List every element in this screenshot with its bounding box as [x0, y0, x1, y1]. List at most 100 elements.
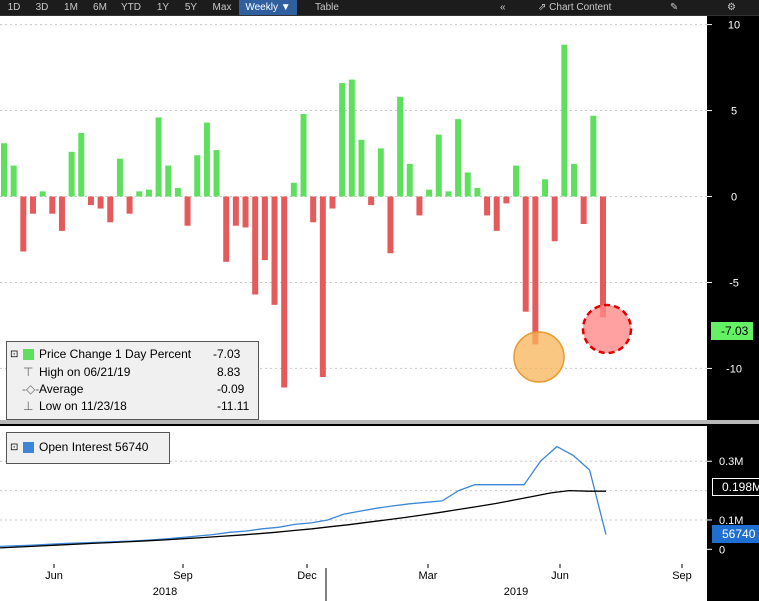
table-button[interactable]: Table — [305, 0, 349, 15]
bar[interactable] — [571, 163, 578, 197]
bar[interactable] — [107, 196, 114, 223]
legend-series-swatch — [23, 349, 34, 360]
bar[interactable] — [600, 196, 606, 318]
bar[interactable] — [97, 196, 104, 209]
bar[interactable] — [358, 139, 365, 197]
bar[interactable] — [87, 196, 94, 206]
bar[interactable] — [493, 196, 500, 231]
last-marker[interactable] — [581, 303, 633, 355]
bar[interactable] — [377, 148, 384, 197]
bar[interactable] — [223, 196, 230, 262]
bar[interactable] — [116, 158, 123, 197]
bar[interactable] — [445, 191, 452, 197]
settings-gear-icon[interactable]: ⚙ — [727, 0, 741, 15]
price-last-flag: -7.03 — [711, 322, 754, 340]
bar[interactable] — [474, 187, 481, 197]
bar[interactable] — [406, 163, 413, 197]
bar[interactable] — [165, 165, 172, 197]
bar[interactable] — [455, 119, 462, 197]
bar[interactable] — [532, 196, 539, 345]
bar[interactable] — [290, 182, 297, 197]
top-axis-bg — [707, 16, 759, 420]
bar[interactable] — [242, 196, 249, 228]
bar[interactable] — [513, 165, 520, 197]
bar[interactable] — [339, 83, 346, 197]
bar[interactable] — [464, 172, 471, 197]
bar[interactable] — [300, 113, 307, 197]
bar[interactable] — [522, 196, 529, 312]
bar[interactable] — [368, 196, 375, 206]
oi-legend-expand-icon[interactable]: ⊡ — [10, 440, 20, 455]
bar[interactable] — [329, 196, 336, 209]
bar[interactable] — [542, 179, 549, 197]
bar[interactable] — [416, 196, 423, 216]
legend-high-label: High on 06/21/19 — [39, 365, 131, 379]
bar[interactable] — [213, 150, 220, 197]
bar[interactable] — [271, 196, 278, 305]
bar[interactable] — [20, 196, 27, 252]
bar[interactable] — [194, 155, 201, 197]
bar[interactable] — [126, 196, 133, 214]
y-tick-label: 10 — [728, 20, 740, 32]
bar[interactable] — [580, 196, 587, 225]
chart-content-button[interactable]: ⇗ Chart Content — [538, 0, 648, 15]
bar[interactable] — [203, 122, 210, 197]
bar[interactable] — [78, 132, 85, 197]
bar[interactable] — [484, 196, 491, 216]
x-month-label: Sep — [672, 570, 692, 582]
bar[interactable] — [174, 187, 181, 197]
low-marker-icon: ⊥ — [23, 399, 34, 413]
chart-content-icon: ⇗ — [538, 2, 550, 13]
range-5y-button[interactable]: 5Y — [180, 0, 202, 15]
date-axis-bg — [0, 564, 707, 601]
period-dropdown[interactable]: Weekly ▼ — [239, 0, 297, 15]
bar[interactable] — [348, 79, 355, 197]
low-marker[interactable] — [513, 331, 565, 383]
range-6m-button[interactable]: 6M — [89, 0, 111, 15]
bar[interactable] — [397, 96, 404, 197]
bar[interactable] — [310, 196, 317, 223]
panel-divider — [0, 420, 759, 424]
bar[interactable] — [281, 196, 288, 388]
range-1d-button[interactable]: 1D — [4, 0, 24, 15]
bar[interactable] — [155, 117, 162, 197]
bar[interactable] — [39, 191, 46, 197]
bar[interactable] — [145, 189, 152, 197]
bar[interactable] — [561, 44, 568, 197]
bar[interactable] — [232, 196, 239, 226]
range-ytd-button[interactable]: YTD — [118, 0, 144, 15]
bar[interactable] — [551, 196, 558, 242]
bar[interactable] — [29, 196, 36, 214]
price-legend: ⊡ Price Change 1 Day Percent -7.03 ⊤ Hig… — [6, 341, 259, 420]
x-year-label: 2019 — [504, 586, 528, 598]
legend-title-value: -7.03 — [213, 347, 241, 361]
bar[interactable] — [68, 151, 75, 197]
edit-icon[interactable]: ✎ — [670, 0, 684, 15]
bar[interactable] — [503, 196, 510, 204]
collapse-icon[interactable]: « — [500, 0, 516, 15]
y-tick-label: -10 — [726, 363, 742, 375]
bar[interactable] — [435, 134, 442, 197]
bar[interactable] — [252, 196, 259, 295]
bar[interactable] — [49, 196, 56, 214]
x-month-label: Sep — [173, 570, 193, 582]
bar[interactable] — [10, 165, 17, 197]
bar[interactable] — [319, 196, 326, 378]
range-1y-button[interactable]: 1Y — [152, 0, 174, 15]
bar[interactable] — [261, 196, 268, 261]
bar[interactable] — [426, 189, 433, 197]
chart-content-label: Chart Content — [549, 2, 612, 13]
range-max-button[interactable]: Max — [209, 0, 235, 15]
x-month-label: Mar — [419, 570, 438, 582]
bar[interactable] — [184, 196, 191, 226]
x-month-label: Jun — [551, 570, 569, 582]
bar[interactable] — [58, 196, 65, 231]
bar[interactable] — [136, 191, 143, 197]
bar[interactable] — [590, 115, 597, 197]
y-tick-label: 5 — [731, 106, 737, 118]
range-1m-button[interactable]: 1M — [60, 0, 82, 15]
bar[interactable] — [1, 143, 7, 197]
range-3d-button[interactable]: 3D — [31, 0, 53, 15]
bar[interactable] — [387, 196, 394, 254]
legend-expand-icon[interactable]: ⊡ — [10, 347, 20, 362]
